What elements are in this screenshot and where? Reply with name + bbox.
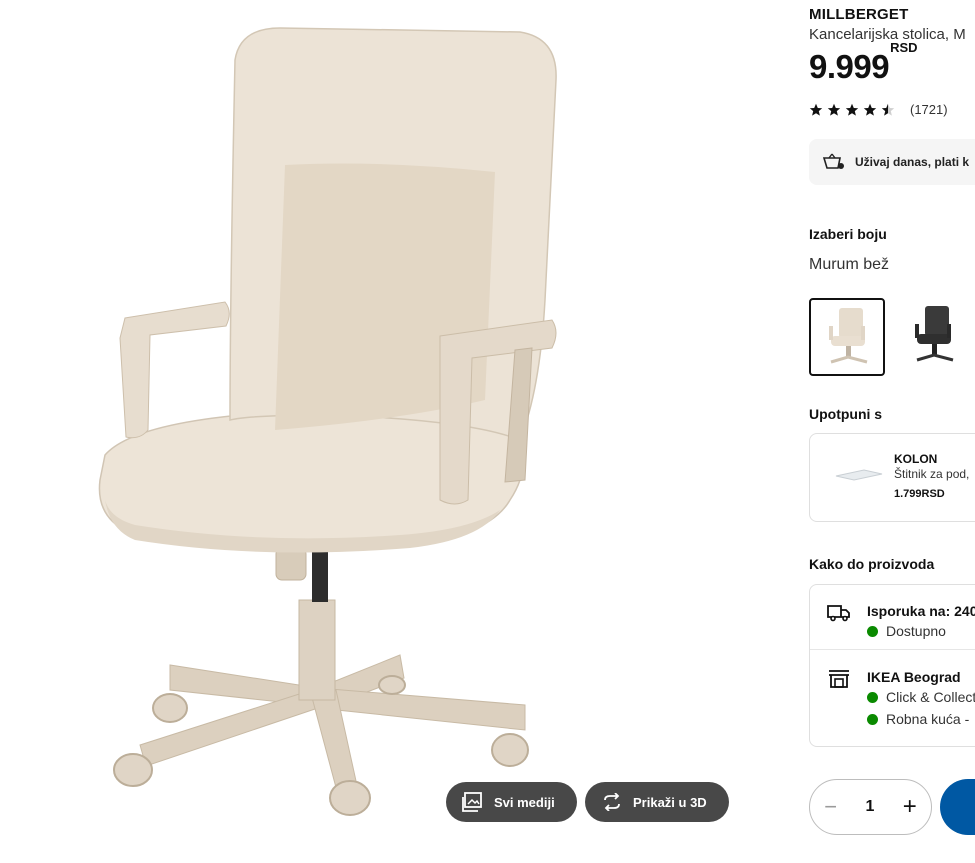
status-dot-green bbox=[867, 713, 878, 725]
all-media-label: Svi mediji bbox=[494, 794, 555, 810]
quantity-value: 1 bbox=[865, 798, 875, 815]
rotate-3d-icon bbox=[604, 793, 620, 811]
complete-with-heading: Upotpuni s bbox=[809, 406, 883, 422]
availability-heading: Kako do proizvoda bbox=[809, 556, 935, 572]
black-chair-thumbnail bbox=[915, 306, 954, 362]
availability-card[interactable]: Isporuka na: 240 Dostupno IKEA Beograd C… bbox=[809, 584, 975, 747]
product-brand: MILLBERGET bbox=[809, 6, 909, 23]
product-info-panel: MILLBERGET Kancelarijska stolica, M 9.99… bbox=[809, 0, 975, 863]
selected-color-name: Murum bež bbox=[809, 256, 890, 273]
beige-chair-thumbnail bbox=[829, 308, 868, 364]
store-stock-status: Robna kuća - bbox=[867, 711, 969, 727]
chair-product-image bbox=[98, 27, 557, 816]
all-media-button[interactable]: Svi mediji bbox=[446, 782, 577, 822]
increase-quantity-button[interactable]: + bbox=[903, 793, 917, 821]
status-dot-green bbox=[867, 691, 878, 703]
accessory-name: KOLON bbox=[894, 452, 938, 466]
view-3d-button[interactable]: Prikaži u 3D bbox=[585, 782, 729, 822]
pay-later-text: Uživaj danas, plati k bbox=[855, 155, 970, 169]
store-title: IKEA Beograd bbox=[867, 669, 961, 685]
color-swatch-beige[interactable] bbox=[809, 298, 885, 376]
price-currency: RSD bbox=[890, 40, 918, 55]
floor-protector-thumbnail bbox=[835, 469, 883, 481]
accessory-card[interactable]: KOLON Štitnik za pod, 1.799RSD bbox=[809, 433, 975, 522]
pay-later-banner[interactable]: Uživaj danas, plati k bbox=[809, 139, 975, 185]
accessory-description: Štitnik za pod, bbox=[894, 467, 970, 481]
delivery-title: Isporuka na: 240 bbox=[867, 603, 975, 619]
decrease-quantity-button[interactable]: − bbox=[824, 794, 837, 820]
click-collect-status: Click & Collect bbox=[867, 689, 975, 705]
status-dot-green bbox=[867, 625, 878, 637]
click-collect-text: Click & Collect bbox=[886, 689, 975, 705]
product-price: 9.999RSD bbox=[809, 40, 918, 86]
product-image-area: Svi mediji Prikaži u 3D bbox=[0, 0, 790, 863]
divider bbox=[810, 649, 975, 650]
quantity-stepper: − 1 + bbox=[809, 779, 932, 835]
rating-stars[interactable]: (1721) bbox=[809, 102, 948, 117]
gallery-icon bbox=[462, 792, 482, 812]
color-section-heading: Izaberi boju bbox=[809, 226, 887, 242]
delivery-status: Dostupno bbox=[867, 623, 946, 639]
accessory-price: 1.799RSD bbox=[894, 488, 945, 500]
store-stock-text: Robna kuća - bbox=[886, 711, 970, 727]
price-value: 9.999 bbox=[809, 48, 890, 85]
basket-pay-icon bbox=[823, 153, 844, 169]
view-3d-label: Prikaži u 3D bbox=[633, 794, 707, 810]
store-icon bbox=[829, 670, 849, 688]
product-subtitle: Kancelarijska stolica, M bbox=[809, 26, 966, 43]
add-to-cart-button[interactable] bbox=[940, 779, 975, 835]
color-swatch-black[interactable] bbox=[895, 298, 971, 376]
delivery-status-text: Dostupno bbox=[886, 623, 946, 639]
rating-count: (1721) bbox=[910, 102, 948, 117]
truck-icon bbox=[827, 605, 850, 622]
star-rating-icon bbox=[809, 103, 895, 116]
